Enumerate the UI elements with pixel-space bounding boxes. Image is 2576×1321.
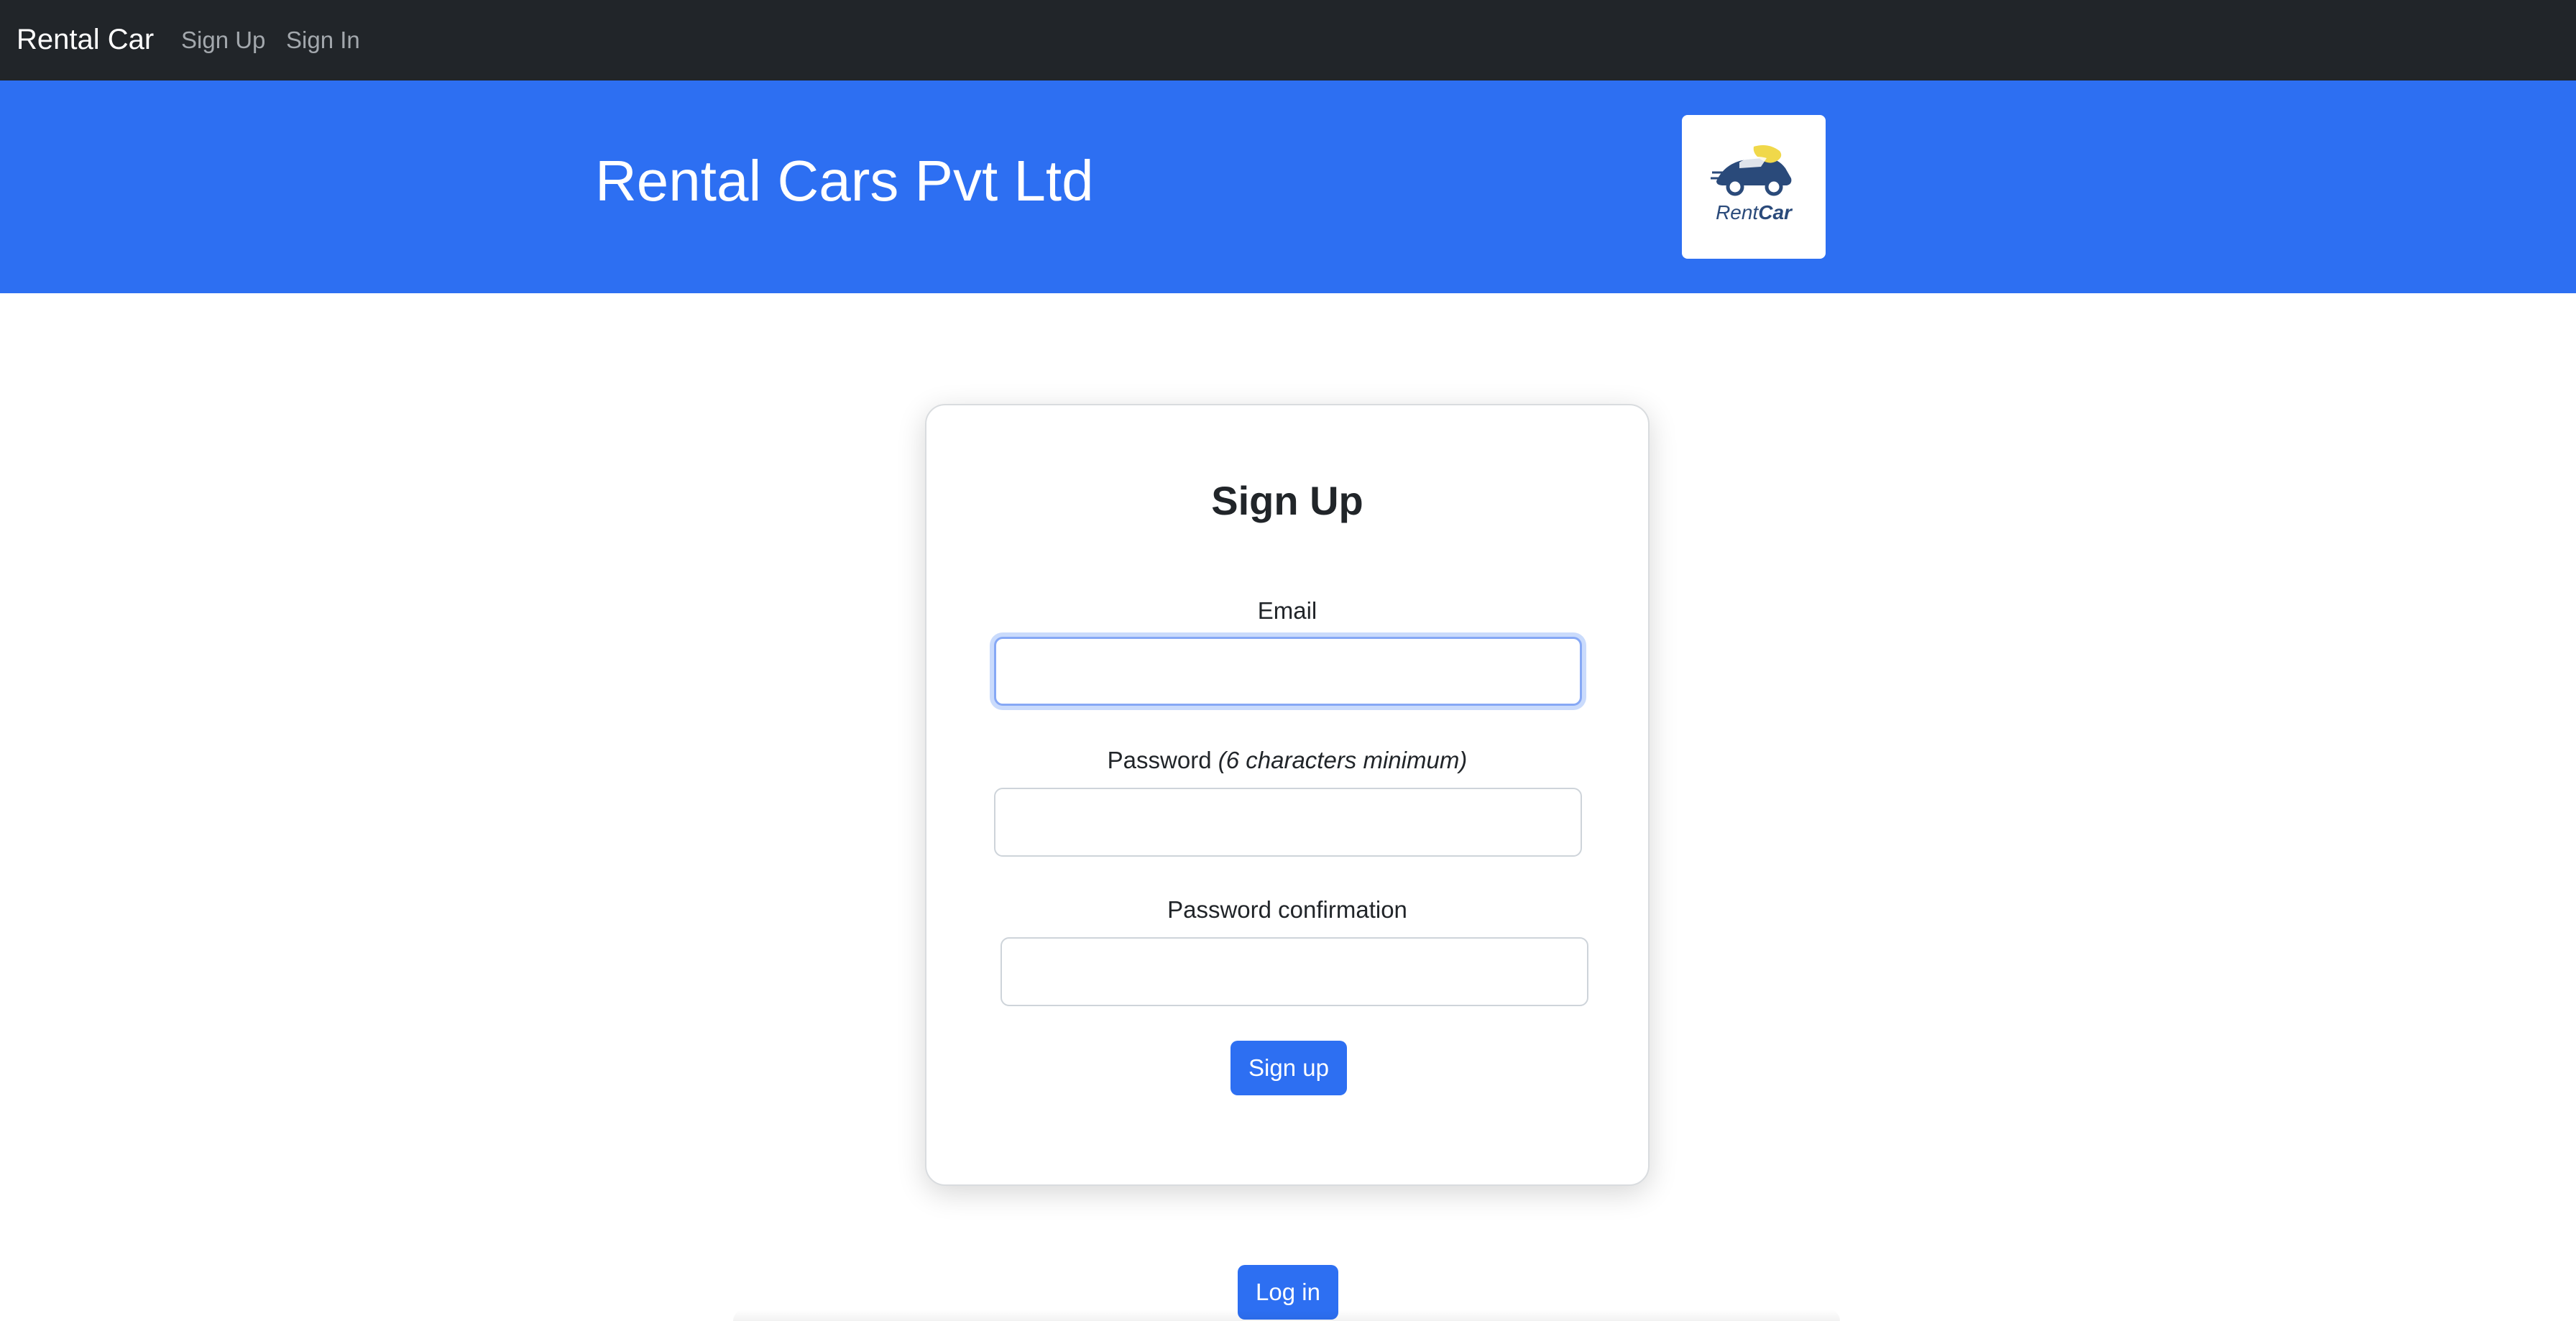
hero-banner: Rental Cars Pvt Ltd RentCar [0,80,2576,293]
bottom-panel-edge [733,1310,1840,1321]
password-confirmation-field[interactable] [1000,937,1588,1006]
top-navbar: Rental Car Sign Up Sign In [0,0,2576,80]
password-confirmation-label: Password confirmation [1167,896,1407,923]
email-label: Email [1257,597,1317,624]
password-field[interactable] [994,788,1582,857]
logo-wordmark: RentCar [1682,201,1826,224]
password-hint: (6 characters minimum) [1218,747,1468,773]
email-field[interactable] [994,637,1582,706]
logo-word-light: Rent [1716,201,1759,224]
nav-link-sign-up[interactable]: Sign Up [181,24,265,56]
password-label-text: Password [1107,747,1212,773]
sign-up-card: Sign Up Email Password (6 characters min… [925,404,1650,1186]
nav-link-sign-in[interactable]: Sign In [286,24,360,56]
logo-word-bold: Car [1758,201,1792,224]
car-logo-icon [1711,145,1792,196]
password-label: Password (6 characters minimum) [926,745,1648,776]
company-title: Rental Cars Pvt Ltd [595,149,1094,213]
form-title: Sign Up [1211,478,1363,523]
company-logo: RentCar [1682,115,1826,259]
sign-up-button[interactable]: Sign up [1230,1041,1347,1095]
navbar-brand[interactable]: Rental Car [17,22,154,57]
